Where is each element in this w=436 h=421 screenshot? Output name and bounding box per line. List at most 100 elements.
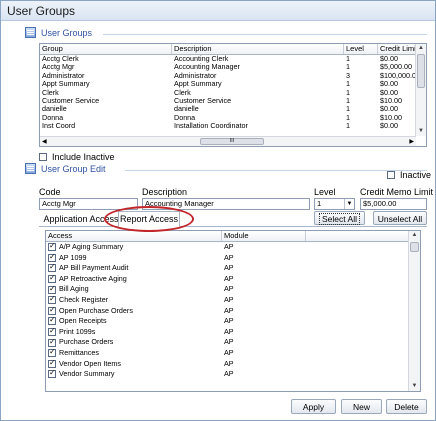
section-divider	[103, 34, 427, 35]
unselect-all-button[interactable]: Unselect All	[373, 211, 427, 225]
access-checkbox[interactable]	[48, 242, 56, 252]
table-row[interactable]: AP Retroactive Aging AP	[46, 274, 420, 285]
module-cell: AP	[224, 347, 234, 357]
table-row[interactable]: danielle danielle 1 $0.00	[40, 105, 426, 113]
column-header-access[interactable]: Access	[46, 231, 222, 241]
user-groups-section-header: User Groups	[25, 27, 92, 38]
table-row[interactable]: Customer Service Customer Service 1 $10.00	[40, 97, 426, 105]
description-input[interactable]: Accounting Manager	[142, 198, 310, 210]
module-cell: AP	[224, 242, 234, 251]
include-inactive-label[interactable]: Include Inactive	[52, 152, 115, 162]
access-checkbox[interactable]	[48, 253, 56, 262]
access-checkbox[interactable]	[48, 316, 56, 326]
table-row[interactable]: Bill Aging AP	[46, 284, 420, 295]
apply-button[interactable]: Apply	[291, 399, 336, 414]
table-row[interactable]: Donna Donna 1 $10.00	[40, 114, 426, 122]
description-cell: Accounting Clerk	[174, 55, 229, 63]
module-cell: AP	[224, 252, 234, 262]
scroll-down-icon[interactable]: ▼	[416, 127, 426, 136]
level-cell: 1	[346, 113, 350, 122]
access-name: AP Bill Payment Audit	[59, 263, 129, 273]
scroll-up-icon[interactable]: ▲	[416, 44, 426, 53]
access-checkbox[interactable]	[48, 274, 56, 284]
scroll-thumb[interactable]	[417, 54, 425, 88]
include-inactive-option[interactable]: Include Inactive	[39, 152, 115, 162]
access-cell: AP Bill Payment Audit	[46, 263, 222, 274]
column-header-credit-limit[interactable]: Credit Limit	[378, 44, 416, 54]
group-cell: Donna	[42, 113, 64, 122]
column-header-group[interactable]: Group	[40, 44, 172, 54]
scroll-up-icon[interactable]: ▲	[409, 231, 420, 240]
vertical-scrollbar[interactable]: ▲ ▼	[408, 231, 420, 391]
access-checkbox[interactable]	[48, 369, 56, 379]
horizontal-scrollbar[interactable]: ◀ III ▶	[40, 136, 416, 146]
table-row[interactable]: AP 1099 AP	[46, 253, 420, 264]
access-checkbox[interactable]	[48, 284, 56, 294]
table-row[interactable]: Acctg Clerk Accounting Clerk 1 $0.00	[40, 55, 426, 63]
scroll-right-icon[interactable]: ▶	[409, 137, 414, 146]
user-groups-grid[interactable]: Group Description Level Credit Limit Acc…	[39, 43, 427, 147]
scroll-left-icon[interactable]: ◀	[42, 137, 47, 146]
column-header-module[interactable]: Module	[222, 231, 306, 241]
description-cell: Customer Service	[174, 96, 232, 105]
access-checkbox[interactable]	[48, 295, 56, 305]
table-row[interactable]: Vendor Summary AP	[46, 369, 420, 380]
user-groups-window: User Groups User Groups Group Descriptio…	[0, 0, 436, 421]
table-row[interactable]: Acctg Mgr Accounting Manager 1 $5,000.00	[40, 63, 426, 71]
access-name: Purchase Orders	[59, 337, 114, 347]
tab-report-access[interactable]: Report Access	[118, 211, 180, 227]
access-name: Check Register	[59, 294, 109, 304]
description-cell: danielle	[174, 105, 199, 114]
access-checkbox[interactable]	[48, 348, 56, 358]
vertical-scrollbar[interactable]: ▲ ▼	[415, 44, 426, 136]
column-header-level[interactable]: Level	[344, 44, 378, 54]
level-cell: 1	[346, 96, 350, 105]
table-row[interactable]: Inst Coord Installation Coordinator 1 $0.00	[40, 122, 426, 130]
table-row[interactable]: Check Register AP	[46, 295, 420, 306]
table-row[interactable]: AP Bill Payment Audit AP	[46, 263, 420, 274]
table-row[interactable]: Purchase Orders AP	[46, 337, 420, 348]
group-cell: Customer Service	[42, 96, 100, 105]
access-checkbox[interactable]	[48, 306, 56, 315]
credit-memo-limit-input[interactable]: $5,000.00	[360, 198, 427, 210]
select-all-button[interactable]: Select All	[314, 211, 365, 225]
scroll-thumb-horizontal[interactable]: III	[200, 138, 264, 145]
table-row[interactable]: Administrator Administrator 3 $100,000.0	[40, 72, 426, 80]
table-row[interactable]: A/P Aging Summary AP	[46, 242, 420, 253]
table-row[interactable]: Open Receipts AP	[46, 316, 420, 327]
inactive-label[interactable]: Inactive	[400, 170, 431, 180]
table-row[interactable]: Print 1099s AP	[46, 327, 420, 338]
access-name: Vendor Summary	[59, 369, 115, 379]
access-checkbox[interactable]	[48, 359, 56, 368]
tab-application-access[interactable]: Application Access	[43, 212, 119, 227]
table-row[interactable]: Clerk Clerk 1 $0.00	[40, 89, 426, 97]
module-cell: AP	[224, 316, 234, 326]
access-cell: Vendor Open Items	[46, 359, 222, 370]
chevron-down-icon[interactable]: ▼	[344, 199, 354, 209]
delete-button[interactable]: Delete	[386, 399, 427, 414]
access-cell: Bill Aging	[46, 284, 222, 295]
grid-header: Access Module	[46, 231, 420, 242]
credit-limit-cell: $0.00	[380, 122, 398, 131]
table-row[interactable]: Remittances AP	[46, 348, 420, 359]
table-row[interactable]: Appt Summary Appt Summary 1 $0.00	[40, 80, 426, 88]
report-access-grid[interactable]: Access Module A/P Aging SummaryAPAP 1099…	[45, 230, 421, 392]
new-button[interactable]: New	[341, 399, 382, 414]
description-cell: Donna	[174, 113, 196, 122]
inactive-checkbox[interactable]	[387, 171, 395, 179]
scroll-down-icon[interactable]: ▼	[409, 382, 420, 391]
table-row[interactable]: Vendor Open Items AP	[46, 359, 420, 370]
access-checkbox[interactable]	[48, 327, 56, 337]
include-inactive-checkbox[interactable]	[39, 153, 47, 161]
access-checkbox[interactable]	[48, 337, 56, 347]
code-input[interactable]: Acctg Mgr	[39, 198, 138, 210]
column-header-blank	[306, 231, 409, 241]
scroll-thumb[interactable]	[410, 242, 419, 252]
credit-limit-cell: $10.00	[380, 96, 402, 105]
level-cell: 1	[346, 80, 350, 89]
column-header-description[interactable]: Description	[172, 44, 344, 54]
level-select[interactable]: 1 ▼	[314, 198, 355, 210]
access-checkbox[interactable]	[48, 263, 56, 273]
table-row[interactable]: Open Purchase Orders AP	[46, 306, 420, 317]
inactive-option[interactable]: Inactive	[387, 170, 431, 180]
